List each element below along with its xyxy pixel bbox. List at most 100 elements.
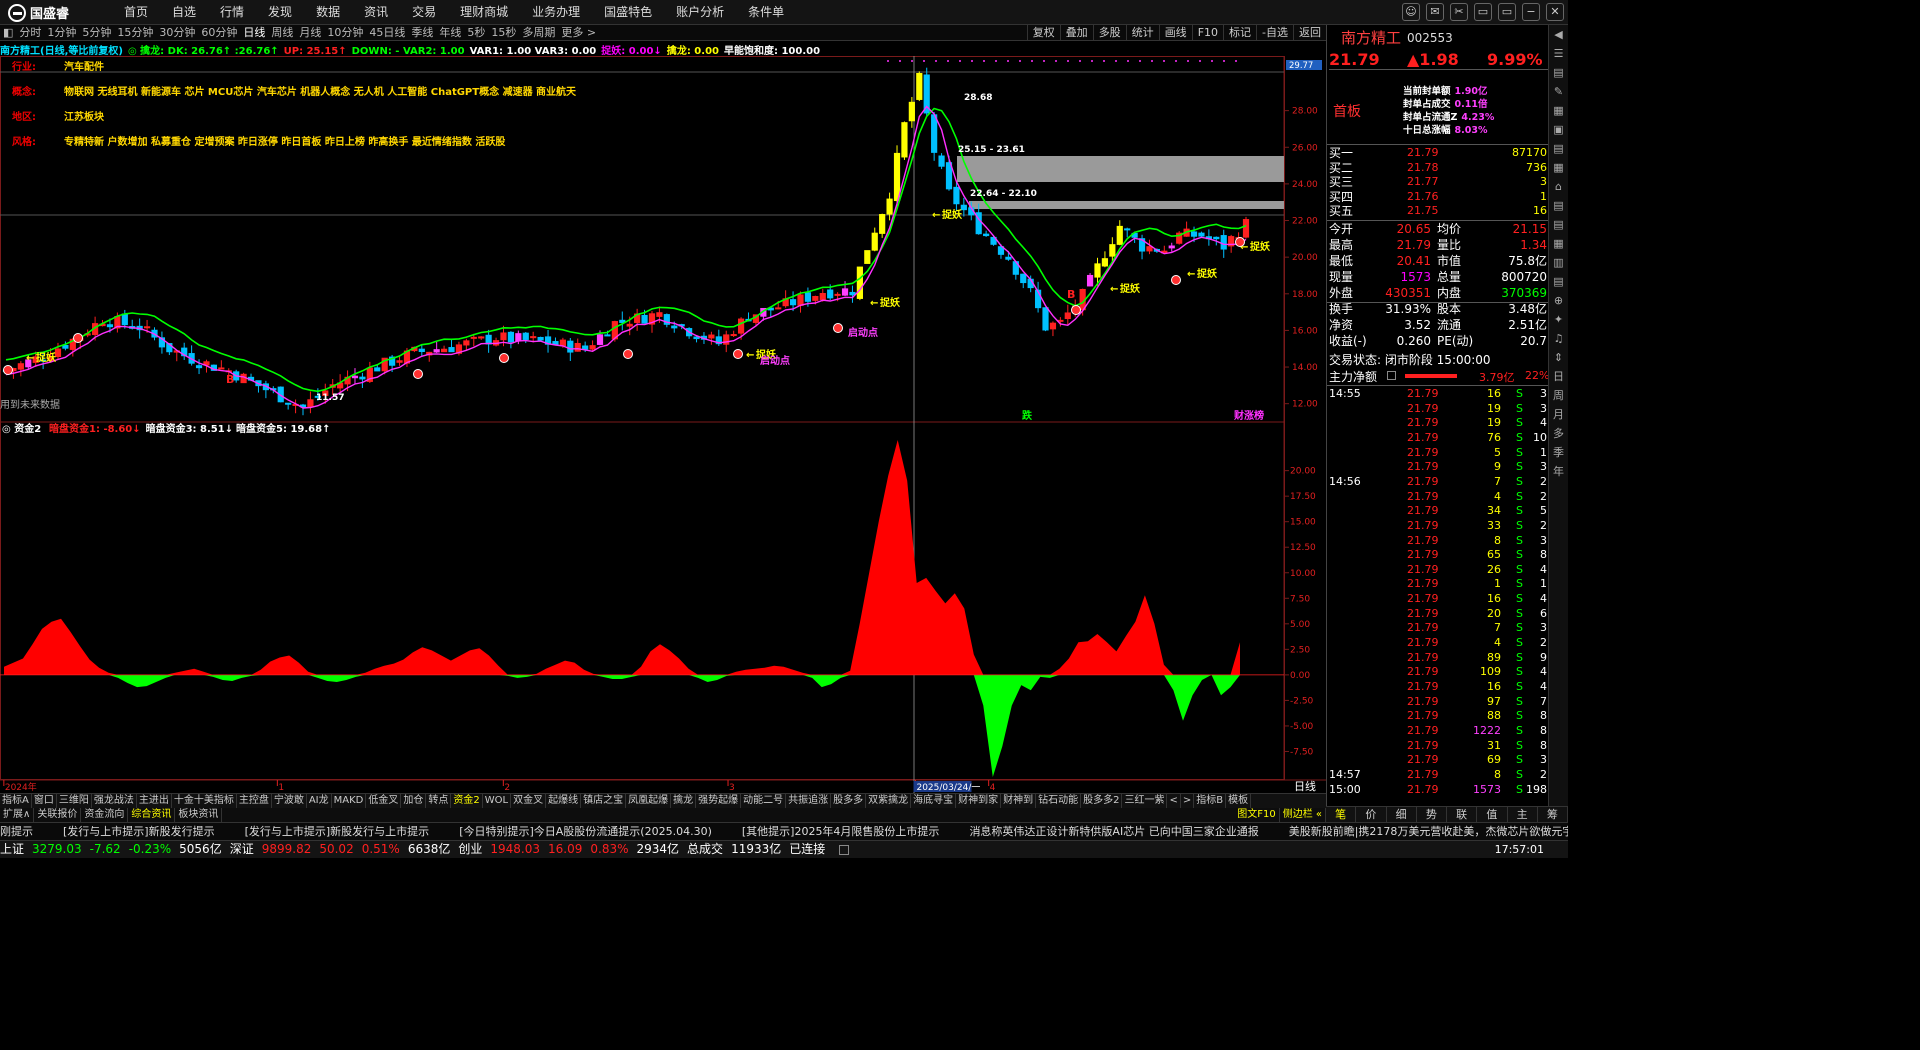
indicator-tab-34[interactable]: 模板 (1226, 794, 1252, 808)
chart-tool-3[interactable]: 统计 (1125, 25, 1159, 41)
menu-item-4[interactable]: 数据 (304, 0, 352, 25)
side-tab-icon-22[interactable]: 季 (1549, 443, 1568, 462)
tick-row[interactable]: 21.79 20 S 6 (1327, 607, 1549, 622)
indicator-tab-24[interactable]: 双紫擒龙 (866, 794, 912, 808)
indicator-tab-30[interactable]: 三红一紫 (1122, 794, 1168, 808)
candle[interactable] (544, 329, 552, 353)
candle[interactable] (507, 331, 515, 349)
status-toggle-icon[interactable] (839, 845, 850, 855)
chart-tool-5[interactable]: F10 (1191, 25, 1223, 41)
info-right-tab-1[interactable]: 侧边栏 « (1280, 808, 1326, 822)
candle[interactable] (864, 250, 871, 264)
side-tab-icon-7[interactable]: ▦ (1549, 158, 1568, 177)
side-tab-icon-13[interactable]: ▤ (1549, 272, 1568, 291)
news-item[interactable]: 美股新股前瞻|携2178万美元营收赴美，杰微芯片欲做元宇宙基建'卖 (1289, 825, 1568, 838)
quote-tab-0[interactable]: 笔 (1326, 807, 1357, 822)
menu-item-9[interactable]: 国盛特色 (592, 0, 664, 25)
window-button-icon-3[interactable]: ▭ (1474, 3, 1492, 21)
side-tab-icon-4[interactable]: ▦ (1549, 101, 1568, 120)
candle[interactable] (1049, 321, 1057, 337)
indicator-tab-7[interactable]: 宁波敢 (272, 794, 307, 808)
info-tab-4[interactable]: 板块资讯 (175, 808, 223, 822)
menu-item-7[interactable]: 理财商城 (448, 0, 520, 25)
candle[interactable] (218, 360, 225, 370)
side-tab-icon-9[interactable]: ▤ (1549, 196, 1568, 215)
candle[interactable] (871, 227, 878, 252)
tick-row[interactable]: 21.79 69 S 3 (1327, 753, 1549, 768)
info-tab-3[interactable]: 综合资讯 (128, 808, 176, 822)
tick-row[interactable]: 21.79 34 S 5 (1327, 504, 1549, 519)
bid-row[interactable]: 买四 21.76 1 (1327, 190, 1549, 205)
candle[interactable] (916, 71, 923, 102)
period-tab-3[interactable]: 15分钟 (114, 25, 156, 40)
side-tab-icon-1[interactable]: ☰ (1549, 44, 1568, 63)
tick-row[interactable]: 21.79 8 S 3 (1327, 534, 1549, 549)
tick-row[interactable]: 15:00 21.79 1573 S 198 (1327, 783, 1549, 798)
candle[interactable] (879, 213, 886, 238)
chart-tool-0[interactable]: 复权 (1026, 25, 1060, 41)
menu-item-1[interactable]: 自选 (160, 0, 208, 25)
tick-row[interactable]: 21.79 9 S 3 (1327, 460, 1549, 475)
tick-row[interactable]: 21.79 109 S 4 (1327, 665, 1549, 680)
tick-row[interactable]: 21.79 19 S 4 (1327, 416, 1549, 431)
period-tab-6[interactable]: 日线 (240, 25, 268, 40)
candle[interactable] (1168, 242, 1175, 252)
tick-row[interactable]: 21.79 76 S 10 (1327, 431, 1549, 446)
side-tab-icon-10[interactable]: ▤ (1549, 215, 1568, 234)
candle[interactable] (1042, 307, 1049, 332)
indicator-tab-9[interactable]: MAKD (332, 794, 367, 808)
menu-item-6[interactable]: 交易 (400, 0, 448, 25)
chart-tool-6[interactable]: 标记 (1223, 25, 1256, 41)
tick-row[interactable]: 21.79 26 S 4 (1327, 563, 1549, 578)
candle[interactable] (448, 339, 455, 353)
panel-toggle-icon[interactable]: ◧ (0, 25, 16, 40)
candle[interactable] (619, 311, 626, 331)
chart-tool-7[interactable]: -自选 (1256, 25, 1293, 41)
candle[interactable] (292, 399, 299, 414)
tick-row[interactable]: 14:55 21.79 16 S 3 (1327, 387, 1549, 402)
side-tab-icon-15[interactable]: ✦ (1549, 310, 1568, 329)
tick-row[interactable]: 21.79 1 S 1 (1327, 577, 1549, 592)
candle[interactable] (262, 380, 269, 399)
candle[interactable] (485, 329, 492, 353)
tick-row[interactable]: 21.79 97 S 7 (1327, 695, 1549, 710)
side-tab-icon-19[interactable]: 周 (1549, 386, 1568, 405)
side-tab-icon-16[interactable]: ♫ (1549, 329, 1568, 348)
indicator-tab-18[interactable]: 凤凰起爆 (626, 794, 672, 808)
indicator-tab-16[interactable]: 起爆线 (546, 794, 582, 808)
period-tab-10[interactable]: 45日线 (366, 25, 408, 40)
menu-item-11[interactable]: 条件单 (736, 0, 796, 25)
indicator-tab-12[interactable]: 转点 (426, 794, 452, 808)
news-item[interactable]: 刚提示 (0, 825, 33, 838)
tick-row[interactable]: 21.79 89 S 9 (1327, 651, 1549, 666)
indicator-tab-19[interactable]: 擒龙 (671, 794, 697, 808)
period-tab-7[interactable]: 周线 (268, 25, 296, 40)
candle[interactable] (1176, 231, 1183, 245)
candle[interactable] (359, 372, 366, 388)
candle[interactable] (418, 345, 425, 357)
kline-chart[interactable]: ← 捉妖← 捉妖← 捉妖← 捉妖← 捉妖← 捉妖← 捉妖启动点启动点BB11.5728.682… (0, 42, 1326, 793)
candle[interactable] (715, 329, 722, 347)
side-tab-icon-5[interactable]: ▣ (1549, 120, 1568, 139)
candle[interactable] (285, 402, 292, 410)
period-tab-13[interactable]: 5秒 (464, 25, 488, 40)
period-tab-0[interactable]: 分时 (16, 25, 44, 40)
candle[interactable] (708, 331, 715, 345)
news-item[interactable]: [发行与上市提示]新股发行与上市提示 (245, 825, 430, 838)
candle[interactable] (17, 361, 24, 377)
window-button-icon-2[interactable]: ✂ (1450, 3, 1468, 21)
quote-tab-3[interactable]: 势 (1417, 807, 1447, 822)
indicator-tab-4[interactable]: 主进出 (137, 794, 172, 808)
tick-row[interactable]: 21.79 19 S 3 (1327, 402, 1549, 417)
candle[interactable] (1020, 273, 1027, 289)
indicator-tab-22[interactable]: 共振追涨 (786, 794, 832, 808)
window-button-icon-4[interactable]: ▭ (1498, 3, 1516, 21)
candle[interactable] (663, 313, 670, 328)
candle[interactable] (730, 330, 737, 337)
period-tab-2[interactable]: 5分钟 (79, 25, 114, 40)
indicator-tab-2[interactable]: 三维阳 (57, 794, 92, 808)
candle[interactable] (1116, 220, 1123, 246)
main-net-toggle-icon[interactable] (1387, 371, 1396, 380)
period-tab-12[interactable]: 年线 (436, 25, 464, 40)
chart-tool-1[interactable]: 叠加 (1059, 25, 1093, 41)
